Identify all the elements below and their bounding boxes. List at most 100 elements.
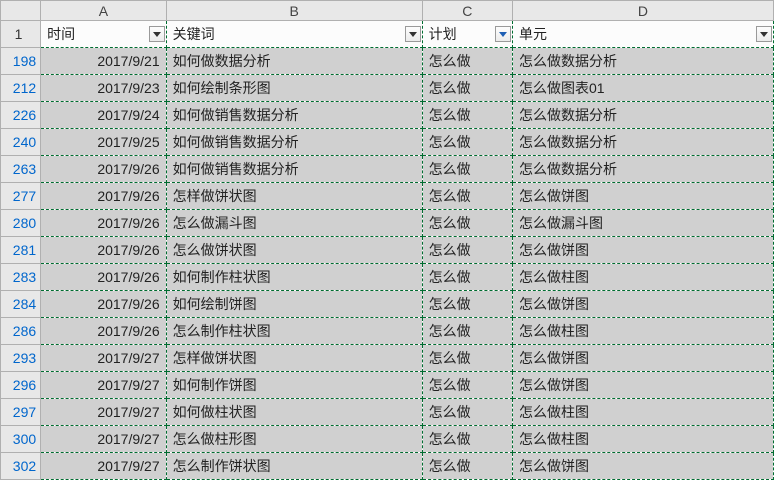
cell-A[interactable]: 2017/9/26 (41, 156, 166, 183)
row-number[interactable]: 286 (1, 318, 41, 345)
cell-B[interactable]: 如何做销售数据分析 (166, 156, 422, 183)
spreadsheet-grid[interactable]: A B C D 1 时间 关键词 计划 单元 1982017/9/21如何做数据… (0, 0, 774, 480)
row-number[interactable]: 1 (1, 21, 41, 48)
cell-C[interactable]: 怎么做 (422, 210, 512, 237)
cell-B[interactable]: 怎么做饼状图 (166, 237, 422, 264)
cell-C[interactable]: 怎么做 (422, 237, 512, 264)
cell-D[interactable]: 怎么做饼图 (512, 345, 773, 372)
cell-C[interactable]: 怎么做 (422, 426, 512, 453)
cell-B[interactable]: 怎么做柱形图 (166, 426, 422, 453)
row-number[interactable]: 240 (1, 129, 41, 156)
cell-A[interactable]: 2017/9/26 (41, 210, 166, 237)
cell-D[interactable]: 怎么做数据分析 (512, 129, 773, 156)
cell-D[interactable]: 怎么做饼图 (512, 372, 773, 399)
cell-A[interactable]: 2017/9/26 (41, 183, 166, 210)
cell-D[interactable]: 怎么做数据分析 (512, 48, 773, 75)
cell-B[interactable]: 如何制作饼图 (166, 372, 422, 399)
table-row: 2932017/9/27怎样做饼状图怎么做怎么做饼图 (1, 345, 774, 372)
cell-D[interactable]: 怎么做柱图 (512, 318, 773, 345)
row-number[interactable]: 277 (1, 183, 41, 210)
row-number[interactable]: 212 (1, 75, 41, 102)
cell-A[interactable]: 2017/9/26 (41, 318, 166, 345)
cell-A[interactable]: 2017/9/27 (41, 372, 166, 399)
cell-C[interactable]: 怎么做 (422, 48, 512, 75)
cell-D[interactable]: 怎么做柱图 (512, 264, 773, 291)
column-header-A[interactable]: A (41, 1, 166, 21)
cell-D[interactable]: 怎么做数据分析 (512, 102, 773, 129)
row-number[interactable]: 284 (1, 291, 41, 318)
cell-A[interactable]: 2017/9/24 (41, 102, 166, 129)
cell-A[interactable]: 2017/9/26 (41, 264, 166, 291)
row-number[interactable]: 297 (1, 399, 41, 426)
row-number[interactable]: 198 (1, 48, 41, 75)
cell-B[interactable]: 怎样做饼状图 (166, 345, 422, 372)
select-all-corner[interactable] (1, 1, 41, 21)
header-cell-plan[interactable]: 计划 (422, 21, 512, 48)
chevron-down-icon (409, 32, 417, 37)
cell-B[interactable]: 如何做柱状图 (166, 399, 422, 426)
cell-C[interactable]: 怎么做 (422, 156, 512, 183)
row-number[interactable]: 293 (1, 345, 41, 372)
row-number[interactable]: 300 (1, 426, 41, 453)
cell-C[interactable]: 怎么做 (422, 129, 512, 156)
cell-A[interactable]: 2017/9/27 (41, 345, 166, 372)
row-number[interactable]: 280 (1, 210, 41, 237)
cell-D[interactable]: 怎么做饼图 (512, 291, 773, 318)
cell-B[interactable]: 怎样做饼状图 (166, 183, 422, 210)
cell-D[interactable]: 怎么做柱图 (512, 426, 773, 453)
cell-D[interactable]: 怎么做图表01 (512, 75, 773, 102)
row-number[interactable]: 296 (1, 372, 41, 399)
cell-A[interactable]: 2017/9/27 (41, 453, 166, 480)
cell-C[interactable]: 怎么做 (422, 102, 512, 129)
cell-B[interactable]: 如何制作柱状图 (166, 264, 422, 291)
cell-C[interactable]: 怎么做 (422, 399, 512, 426)
filter-button-D[interactable] (756, 26, 772, 42)
header-cell-keyword[interactable]: 关键词 (166, 21, 422, 48)
filter-button-B[interactable] (405, 26, 421, 42)
cell-C[interactable]: 怎么做 (422, 453, 512, 480)
table-row: 3002017/9/27怎么做柱形图怎么做怎么做柱图 (1, 426, 774, 453)
column-header-B[interactable]: B (166, 1, 422, 21)
cell-B[interactable]: 如何绘制饼图 (166, 291, 422, 318)
row-number[interactable]: 283 (1, 264, 41, 291)
cell-C[interactable]: 怎么做 (422, 291, 512, 318)
cell-A[interactable]: 2017/9/23 (41, 75, 166, 102)
cell-B[interactable]: 如何做销售数据分析 (166, 102, 422, 129)
column-header-D[interactable]: D (512, 1, 773, 21)
cell-A[interactable]: 2017/9/26 (41, 291, 166, 318)
cell-D[interactable]: 怎么做饼图 (512, 237, 773, 264)
cell-C[interactable]: 怎么做 (422, 318, 512, 345)
cell-A[interactable]: 2017/9/27 (41, 399, 166, 426)
cell-D[interactable]: 怎么做漏斗图 (512, 210, 773, 237)
cell-D[interactable]: 怎么做数据分析 (512, 156, 773, 183)
row-number[interactable]: 226 (1, 102, 41, 129)
cell-B[interactable]: 如何做数据分析 (166, 48, 422, 75)
filter-button-A[interactable] (149, 26, 165, 42)
cell-A[interactable]: 2017/9/27 (41, 426, 166, 453)
cell-B[interactable]: 怎么制作柱状图 (166, 318, 422, 345)
cell-B[interactable]: 如何做销售数据分析 (166, 129, 422, 156)
cell-C[interactable]: 怎么做 (422, 183, 512, 210)
cell-B[interactable]: 怎么制作饼状图 (166, 453, 422, 480)
cell-B[interactable]: 如何绘制条形图 (166, 75, 422, 102)
row-number[interactable]: 263 (1, 156, 41, 183)
table-row: 2842017/9/26如何绘制饼图怎么做怎么做饼图 (1, 291, 774, 318)
column-header-C[interactable]: C (422, 1, 512, 21)
filter-button-C[interactable] (495, 26, 511, 42)
cell-A[interactable]: 2017/9/21 (41, 48, 166, 75)
cell-C[interactable]: 怎么做 (422, 264, 512, 291)
cell-B[interactable]: 怎么做漏斗图 (166, 210, 422, 237)
table-row: 2962017/9/27如何制作饼图怎么做怎么做饼图 (1, 372, 774, 399)
header-cell-time[interactable]: 时间 (41, 21, 166, 48)
header-cell-unit[interactable]: 单元 (512, 21, 773, 48)
row-number[interactable]: 302 (1, 453, 41, 480)
row-number[interactable]: 281 (1, 237, 41, 264)
cell-D[interactable]: 怎么做饼图 (512, 183, 773, 210)
cell-D[interactable]: 怎么做饼图 (512, 453, 773, 480)
cell-C[interactable]: 怎么做 (422, 372, 512, 399)
cell-C[interactable]: 怎么做 (422, 75, 512, 102)
cell-C[interactable]: 怎么做 (422, 345, 512, 372)
cell-A[interactable]: 2017/9/26 (41, 237, 166, 264)
cell-D[interactable]: 怎么做柱图 (512, 399, 773, 426)
cell-A[interactable]: 2017/9/25 (41, 129, 166, 156)
